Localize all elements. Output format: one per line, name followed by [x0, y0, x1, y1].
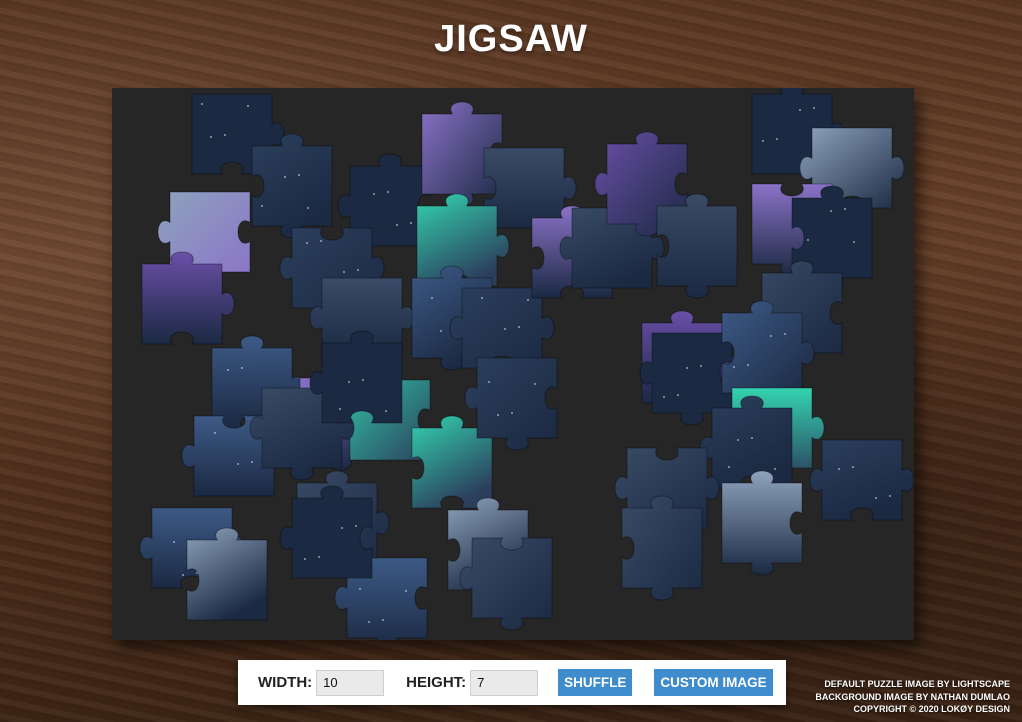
star-speck	[686, 367, 688, 369]
star-speck	[247, 105, 249, 107]
star-speck	[431, 297, 433, 299]
puzzle-piece[interactable]	[309, 330, 403, 424]
star-speck	[261, 205, 263, 207]
star-speck	[527, 299, 529, 301]
height-label: HEIGHT:	[406, 674, 467, 691]
control-bar: WIDTH: HEIGHT: SHUFFLE CUSTOM IMAGE	[238, 660, 786, 705]
star-speck	[813, 107, 815, 109]
puzzle-board[interactable]	[112, 88, 914, 640]
star-speck	[497, 414, 499, 416]
star-speck	[357, 269, 359, 271]
puzzle-piece[interactable]	[279, 485, 373, 579]
star-speck	[341, 527, 343, 529]
star-speck	[298, 174, 300, 176]
puzzle-piece[interactable]	[251, 133, 333, 239]
star-speck	[241, 367, 243, 369]
puzzle-piece[interactable]	[656, 193, 738, 299]
width-input[interactable]	[316, 669, 385, 696]
puzzle-piece[interactable]	[699, 395, 793, 489]
star-speck	[852, 466, 854, 468]
star-speck	[481, 297, 483, 299]
star-speck	[182, 574, 184, 576]
star-speck	[830, 210, 832, 212]
star-speck	[382, 619, 384, 621]
star-speck	[733, 366, 735, 368]
credit-puzzle-image: DEFAULT PUZZLE IMAGE BY LIGHTSCAPE	[824, 679, 1010, 689]
star-speck	[405, 590, 407, 592]
puzzle-piece[interactable]	[621, 495, 703, 601]
star-speck	[700, 365, 702, 367]
star-speck	[838, 468, 840, 470]
star-speck	[518, 326, 520, 328]
star-speck	[306, 242, 308, 244]
puzzle-piece[interactable]	[721, 300, 815, 394]
star-speck	[201, 103, 203, 105]
star-speck	[362, 379, 364, 381]
star-speck	[440, 330, 442, 332]
star-speck	[776, 138, 778, 140]
star-speck	[387, 191, 389, 193]
star-speck	[677, 394, 679, 396]
star-speck	[373, 193, 375, 195]
star-speck	[410, 222, 412, 224]
puzzle-piece[interactable]	[459, 537, 553, 631]
star-speck	[747, 364, 749, 366]
star-speck	[307, 207, 309, 209]
star-speck	[284, 176, 286, 178]
star-speck	[227, 369, 229, 371]
star-speck	[534, 383, 536, 385]
height-input[interactable]	[470, 669, 539, 696]
star-speck	[853, 241, 855, 243]
copyright: COPYRIGHT © 2020 LOKØY DESIGN	[853, 704, 1010, 714]
star-speck	[318, 556, 320, 558]
puzzle-piece[interactable]	[449, 287, 555, 369]
star-speck	[770, 335, 772, 337]
credits: DEFAULT PUZZLE IMAGE BY LIGHTSCAPE BACKG…	[815, 678, 1010, 716]
puzzle-piece[interactable]	[186, 527, 268, 621]
puzzle-pieces-layer[interactable]	[112, 88, 914, 640]
star-speck	[304, 558, 306, 560]
star-speck	[663, 396, 665, 398]
star-speck	[348, 381, 350, 383]
star-speck	[774, 468, 776, 470]
star-speck	[210, 136, 212, 138]
custom-image-button[interactable]: CUSTOM IMAGE	[654, 669, 773, 696]
puzzle-piece[interactable]	[141, 251, 235, 345]
star-speck	[511, 412, 513, 414]
star-speck	[488, 381, 490, 383]
star-speck	[875, 497, 877, 499]
star-speck	[214, 432, 216, 434]
puzzle-piece[interactable]	[464, 357, 558, 451]
credit-background-image: BACKGROUND IMAGE BY NATHAN DUMLAO	[815, 691, 1010, 702]
star-speck	[385, 410, 387, 412]
star-speck	[504, 328, 506, 330]
star-speck	[799, 109, 801, 111]
puzzle-piece[interactable]	[809, 439, 914, 521]
star-speck	[237, 463, 239, 465]
star-speck	[339, 408, 341, 410]
star-speck	[762, 140, 764, 142]
game-title: JIGSAW	[434, 18, 588, 60]
star-speck	[784, 333, 786, 335]
star-speck	[355, 525, 357, 527]
width-label: WIDTH:	[258, 674, 313, 691]
shuffle-button[interactable]: SHUFFLE	[558, 669, 633, 696]
star-speck	[173, 541, 175, 543]
star-speck	[224, 134, 226, 136]
star-speck	[807, 239, 809, 241]
star-speck	[359, 588, 361, 590]
star-speck	[368, 621, 370, 623]
star-speck	[251, 461, 253, 463]
star-speck	[343, 271, 345, 273]
star-speck	[728, 466, 730, 468]
puzzle-piece[interactable]	[721, 470, 803, 576]
star-speck	[737, 439, 739, 441]
star-speck	[320, 240, 322, 242]
star-speck	[396, 224, 398, 226]
star-speck	[889, 495, 891, 497]
star-speck	[751, 437, 753, 439]
star-speck	[844, 208, 846, 210]
